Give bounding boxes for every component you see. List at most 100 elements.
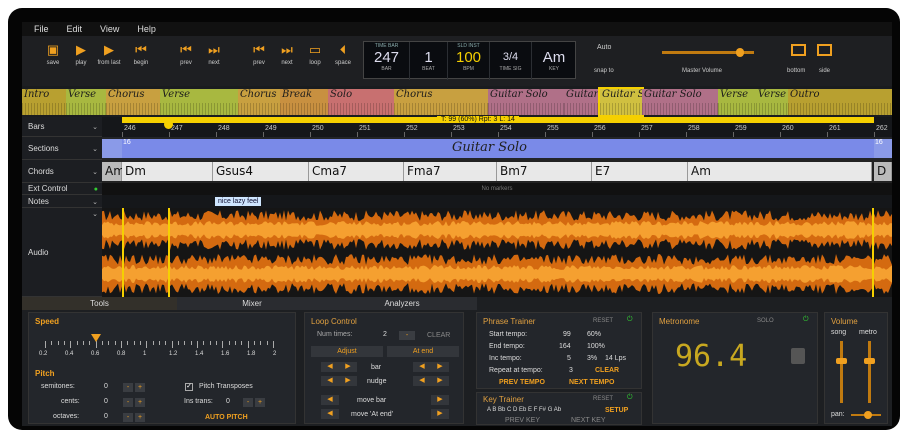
menu-item-edit[interactable]: Edit (67, 24, 83, 34)
octaves-plus-button[interactable]: + (135, 413, 145, 422)
overview-section[interactable]: Guitar Solo (488, 89, 564, 115)
octaves-minus-button[interactable]: - (123, 413, 133, 422)
overview-section[interactable]: Break (280, 89, 328, 115)
octaves-value[interactable]: 0 (104, 413, 108, 420)
chevron-down-icon[interactable]: ⌄ (92, 118, 98, 138)
overview-section[interactable]: Verse (718, 89, 756, 115)
master-volume-knob[interactable] (736, 48, 745, 57)
tab-tools[interactable]: Tools (22, 297, 177, 310)
overview-section[interactable]: Verse (160, 89, 238, 115)
chord-cell[interactable]: Am (688, 162, 872, 181)
pan-knob[interactable] (864, 411, 872, 419)
bar-left-button[interactable]: ◀ (321, 362, 339, 372)
toolbar-button-save[interactable]: ▣ save (38, 40, 68, 66)
song-volume-knob[interactable] (836, 357, 847, 364)
ext-control-track[interactable]: No markers (102, 183, 892, 195)
next-key-button[interactable]: NEXT KEY (571, 417, 606, 424)
bar-end-left-button[interactable]: ◀ (413, 362, 431, 372)
chords-track[interactable]: Am Dm Gsus4 Cma7 Fma7 Bm7 E7 Am D (102, 160, 892, 183)
overview-section[interactable]: Guitar Solo (642, 89, 718, 115)
power-icon[interactable]: ⏻ (803, 316, 809, 324)
auto-pitch-button[interactable]: AUTO PITCH (205, 414, 248, 421)
master-volume-slider[interactable] (662, 48, 754, 57)
move-bar-right-button[interactable]: ▶ (431, 395, 449, 405)
bars-ruler[interactable]: T: 99 (60%) Rpt: 3 L: 14 246 247 248 249 250… (102, 116, 892, 137)
audio-waveform[interactable] (102, 208, 892, 297)
menu-item-view[interactable]: View (100, 24, 119, 34)
menu-item-help[interactable]: Help (137, 24, 156, 34)
toolbar-button-next[interactable]: ⏭ next (199, 40, 229, 66)
sections-track[interactable]: 16 Guitar Solo 16 (102, 137, 892, 160)
power-icon[interactable]: ⏻ (627, 316, 633, 324)
notes-track[interactable]: nice lazy feel (102, 195, 892, 208)
speed-slider-knob[interactable] (90, 334, 101, 342)
song-volume-slider[interactable] (836, 341, 847, 403)
next-tempo-button[interactable]: NEXT TEMPO (569, 379, 615, 386)
overview-section[interactable]: Chorus (106, 89, 160, 115)
start-tempo-percent[interactable]: 60% (587, 331, 601, 338)
bottom-layout-icon[interactable] (791, 44, 806, 56)
power-icon[interactable]: ⏻ (627, 394, 633, 402)
overview-section[interactable]: Verse (66, 89, 106, 115)
chevron-down-icon[interactable]: ⌄ (92, 161, 98, 184)
chevron-down-icon[interactable]: ⌄ (92, 210, 98, 219)
nudge-right-button[interactable]: ▶ (339, 376, 357, 386)
num-times-value[interactable]: 2 (383, 331, 387, 338)
metronome-stepper[interactable] (791, 348, 805, 364)
toolbar-button-next[interactable]: ⏭ next (272, 40, 302, 66)
semitones-minus-button[interactable]: - (123, 383, 133, 392)
toolbar-button-loop[interactable]: ▭ loop (300, 40, 330, 66)
semitones-plus-button[interactable]: + (135, 383, 145, 392)
prev-key-button[interactable]: PREV KEY (505, 417, 540, 424)
time-signature-readout[interactable]: 3/4 TIME SIG (490, 42, 532, 80)
nudge-end-right-button[interactable]: ▶ (431, 376, 449, 386)
key-trainer-reset-button[interactable]: RESET (593, 396, 613, 402)
key-list[interactable]: A B Bb C D Eb E F F# G Ab (487, 407, 561, 413)
end-tempo-value[interactable]: 164 (559, 343, 571, 350)
end-tempo-percent[interactable]: 100% (587, 343, 605, 350)
loop-start-line[interactable] (122, 208, 124, 297)
inc-tempo-percent[interactable]: 3% (587, 355, 597, 362)
key-setup-button[interactable]: SETUP (605, 407, 628, 414)
cents-value[interactable]: 0 (104, 398, 108, 405)
chevron-down-icon[interactable]: ⌄ (92, 138, 98, 161)
key-readout[interactable]: Am KEY (532, 42, 576, 80)
pitch-transposes-checkbox[interactable]: ✓ (185, 383, 193, 391)
inc-tempo-loops[interactable]: 14 Lps (605, 355, 626, 362)
overview-section[interactable]: Chorus (394, 89, 488, 115)
toolbar-button-space[interactable]: ⏴ space (328, 40, 358, 66)
cents-minus-button[interactable]: - (123, 398, 133, 407)
chord-cell[interactable]: Gsus4 (213, 162, 309, 181)
move-bar-left-button[interactable]: ◀ (321, 395, 339, 405)
menu-item-file[interactable]: File (34, 24, 49, 34)
repeat-tempo-value[interactable]: 3 (569, 367, 573, 374)
toolbar-button-from-last[interactable]: ▶ from last (94, 40, 124, 66)
semitones-value[interactable]: 0 (104, 383, 108, 390)
toolbar-button-prev[interactable]: ⏮ prev (244, 40, 274, 66)
prev-tempo-button[interactable]: PREV TEMPO (499, 379, 545, 386)
overview-section[interactable]: Intro (22, 89, 66, 115)
metro-volume-knob[interactable] (864, 357, 875, 364)
section-block-prev[interactable] (102, 139, 122, 158)
nudge-end-left-button[interactable]: ◀ (413, 376, 431, 386)
pan-slider[interactable] (851, 411, 881, 419)
chord-cell[interactable]: Bm7 (497, 162, 592, 181)
phrase-reset-button[interactable]: RESET (593, 318, 613, 324)
playhead[interactable] (168, 208, 170, 297)
metro-volume-slider[interactable] (864, 341, 875, 403)
toolbar-button-prev[interactable]: ⏮ prev (171, 40, 201, 66)
move-at-end-right-button[interactable]: ▶ (431, 409, 449, 419)
overview-section[interactable]: Outro (788, 89, 892, 115)
ins-trans-minus-button[interactable]: - (243, 398, 253, 407)
snap-auto-label[interactable]: Auto (597, 44, 611, 51)
ins-trans-plus-button[interactable]: + (255, 398, 265, 407)
section-block-guitar-solo[interactable]: 16 Guitar Solo (122, 139, 874, 158)
ins-trans-value[interactable]: 0 (226, 398, 230, 405)
note-marker[interactable]: nice lazy feel (215, 197, 262, 206)
loop-clear-button[interactable]: CLEAR (427, 332, 450, 339)
chord-cell[interactable]: D (874, 162, 892, 181)
toolbar-button-begin[interactable]: ⏮ begin (126, 40, 156, 66)
cents-plus-button[interactable]: + (135, 398, 145, 407)
adjust-button[interactable]: Adjust (311, 346, 383, 357)
toolbar-button-play[interactable]: ▶ play (66, 40, 96, 66)
